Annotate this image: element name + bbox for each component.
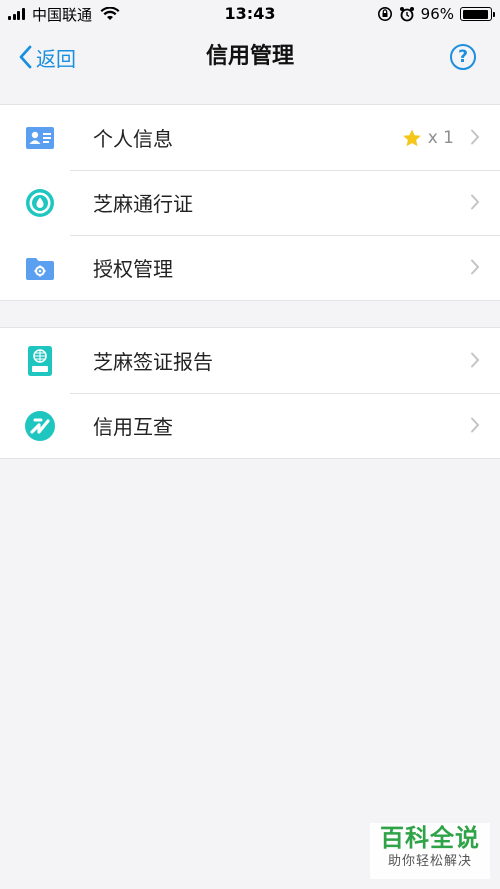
list-item-visa-report[interactable]: 芝麻签证报告 [0, 328, 500, 393]
list-item-label: 授权管理 [93, 257, 173, 281]
battery-icon [460, 7, 495, 21]
navigation-bar: 返回 信用管理 ? [0, 28, 500, 86]
list-item-authorization[interactable]: 授权管理 [0, 235, 500, 300]
chevron-right-icon [471, 194, 480, 210]
list-item-credit-check[interactable]: 信用互查 [0, 393, 500, 458]
chevron-right-icon [471, 259, 480, 275]
watermark-title: 百科全说 [380, 824, 480, 852]
list-item-label: 芝麻签证报告 [93, 350, 213, 374]
chevron-right-icon [471, 417, 480, 433]
star-icon [402, 129, 421, 146]
watermark: 百科全说 助你轻松解决 [370, 823, 490, 879]
battery-level-fill [462, 9, 489, 19]
list-item-sesame-pass[interactable]: 芝麻通行证 [0, 170, 500, 235]
help-icon: ? [458, 47, 468, 67]
alarm-icon [399, 7, 414, 22]
sesame-pass-icon [26, 189, 54, 217]
id-card-icon [26, 127, 54, 149]
help-button[interactable]: ? [450, 44, 476, 70]
status-right: 96% [377, 4, 495, 24]
settings-group-2: 芝麻签证报告 信用互查 [0, 327, 500, 459]
list-item-label: 芝麻通行证 [93, 192, 193, 216]
visa-report-icon [28, 346, 52, 376]
chevron-right-icon [471, 352, 480, 368]
battery-percent: 96% [420, 5, 454, 23]
list-item-personal-info[interactable]: 个人信息 x 1 [0, 105, 500, 170]
rotation-lock-icon [377, 7, 392, 21]
list-item-label: 个人信息 [93, 127, 173, 151]
star-count: x 1 [427, 127, 454, 148]
credit-check-icon [25, 411, 55, 441]
watermark-subtitle: 助你轻松解决 [387, 854, 472, 869]
folder-gear-icon [26, 258, 54, 280]
page-title: 信用管理 [205, 44, 294, 69]
list-item-label: 信用互查 [93, 415, 173, 439]
chevron-right-icon [471, 129, 480, 145]
status-bar: 中国联通 13:43 96% [0, 0, 500, 28]
star-count-badge: x 1 [402, 128, 454, 148]
settings-group-1: 个人信息 x 1 芝麻通行证 授权管理 [0, 104, 500, 301]
